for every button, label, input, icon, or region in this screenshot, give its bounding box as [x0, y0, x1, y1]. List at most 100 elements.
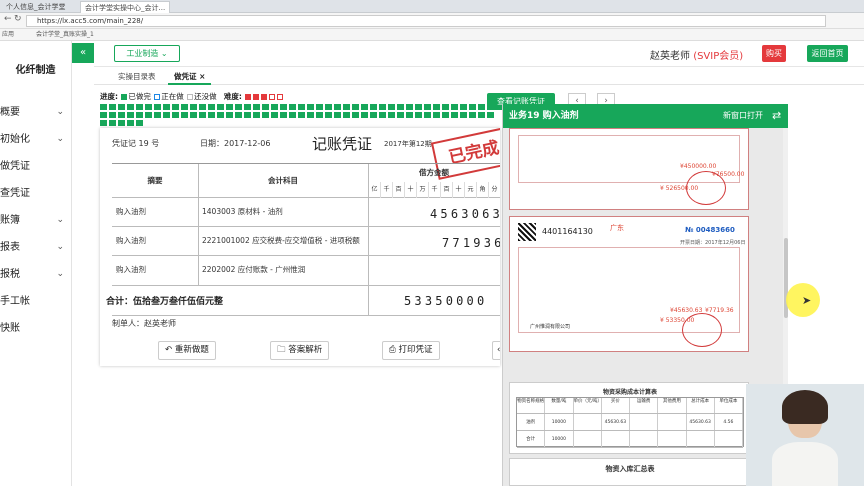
progress-cell[interactable] — [415, 112, 422, 118]
progress-cell[interactable] — [226, 104, 233, 110]
progress-cell[interactable] — [217, 112, 224, 118]
progress-cell[interactable] — [469, 104, 476, 110]
progress-cell[interactable] — [451, 112, 458, 118]
progress-cell[interactable] — [190, 104, 197, 110]
progress-cell[interactable] — [244, 104, 251, 110]
progress-cell[interactable] — [316, 104, 323, 110]
progress-cell[interactable] — [415, 104, 422, 110]
print-button[interactable]: ⎙ 打印凭证 — [382, 341, 440, 360]
progress-cell[interactable] — [478, 104, 485, 110]
progress-cell[interactable] — [208, 112, 215, 118]
bookmark-apps[interactable]: 应用 — [2, 31, 14, 38]
progress-cell[interactable] — [343, 104, 350, 110]
tab-make-voucher[interactable]: 做凭证 × — [168, 69, 212, 85]
progress-cell[interactable] — [334, 104, 341, 110]
progress-cell[interactable] — [100, 120, 107, 126]
sidebar-item-tax[interactable]: 报税 ⌄ — [0, 261, 71, 288]
progress-cell[interactable] — [325, 112, 332, 118]
back-icon[interactable]: ← — [4, 14, 12, 24]
progress-cell[interactable] — [100, 104, 107, 110]
reload-icon[interactable]: ↻ — [14, 14, 22, 24]
sidebar-item-make-voucher[interactable]: 做凭证 — [0, 153, 71, 180]
progress-cell[interactable] — [127, 120, 134, 126]
progress-cell[interactable] — [127, 112, 134, 118]
progress-cell[interactable] — [127, 104, 134, 110]
progress-cell[interactable] — [154, 112, 161, 118]
progress-cell[interactable] — [352, 112, 359, 118]
progress-cell[interactable] — [388, 112, 395, 118]
open-new-window-link[interactable]: 新窗口打开 — [723, 104, 763, 128]
progress-cell[interactable] — [289, 104, 296, 110]
progress-cell[interactable] — [172, 112, 179, 118]
progress-cell[interactable] — [442, 104, 449, 110]
progress-cell[interactable] — [406, 112, 413, 118]
progress-cell[interactable] — [118, 112, 125, 118]
progress-cell[interactable] — [451, 104, 458, 110]
progress-cell[interactable] — [208, 104, 215, 110]
progress-cell[interactable] — [109, 112, 116, 118]
progress-cell[interactable] — [136, 112, 143, 118]
home-button[interactable]: 返回首页 — [807, 45, 848, 62]
sidebar-item-query-voucher[interactable]: 查凭证 — [0, 180, 71, 207]
progress-cell[interactable] — [181, 104, 188, 110]
progress-cell[interactable] — [379, 112, 386, 118]
progress-cell[interactable] — [262, 112, 269, 118]
progress-cell[interactable] — [271, 112, 278, 118]
progress-cell[interactable] — [325, 104, 332, 110]
progress-cell[interactable] — [298, 104, 305, 110]
bookmark-item[interactable]: 会计学堂_真账实操_1 — [36, 31, 94, 38]
progress-cell[interactable] — [307, 112, 314, 118]
progress-cell[interactable] — [172, 104, 179, 110]
progress-cell[interactable] — [307, 104, 314, 110]
progress-cell[interactable] — [289, 112, 296, 118]
progress-cell[interactable] — [406, 104, 413, 110]
progress-cell[interactable] — [442, 112, 449, 118]
progress-cell[interactable] — [118, 120, 125, 126]
progress-cell[interactable] — [235, 112, 242, 118]
progress-cell[interactable] — [397, 112, 404, 118]
progress-cell[interactable] — [433, 112, 440, 118]
progress-cell[interactable] — [298, 112, 305, 118]
progress-cell[interactable] — [388, 104, 395, 110]
more-button[interactable]: ‹ — [492, 341, 500, 360]
progress-cell[interactable] — [334, 112, 341, 118]
progress-cell[interactable] — [370, 112, 377, 118]
browser-tab-active[interactable]: 会计学堂实操中心_会计... — [80, 1, 171, 13]
progress-cell[interactable] — [262, 104, 269, 110]
redo-button[interactable]: ↶ 重新做题 — [158, 341, 216, 360]
browser-tab[interactable]: 个人信息_会计学堂 — [2, 1, 70, 13]
collapse-sidebar-button[interactable]: « — [72, 43, 94, 63]
url-input[interactable]: https://lx.acc5.com/main_228/ — [26, 15, 826, 27]
progress-cell[interactable] — [136, 104, 143, 110]
progress-cell[interactable] — [352, 104, 359, 110]
progress-cell[interactable] — [100, 112, 107, 118]
progress-cell[interactable] — [379, 104, 386, 110]
sidebar-item-quick[interactable]: 快账 — [0, 315, 71, 342]
progress-cell[interactable] — [226, 112, 233, 118]
progress-cell[interactable] — [109, 120, 116, 126]
buy-button[interactable]: 购买 — [762, 45, 786, 62]
sidebar-item-ledger[interactable]: 账簿 ⌄ — [0, 207, 71, 234]
swap-icon[interactable]: ⇄ — [772, 104, 781, 128]
tab-catalog[interactable]: 实操目录表 — [112, 69, 162, 85]
progress-cell[interactable] — [145, 104, 152, 110]
sidebar-item-init[interactable]: 初始化 ⌄ — [0, 126, 71, 153]
progress-cell[interactable] — [235, 104, 242, 110]
progress-cell[interactable] — [136, 120, 143, 126]
progress-cell[interactable] — [163, 112, 170, 118]
progress-cell[interactable] — [244, 112, 251, 118]
progress-cell[interactable] — [253, 104, 260, 110]
sidebar-item-reports[interactable]: 报表 ⌄ — [0, 234, 71, 261]
progress-cell[interactable] — [271, 104, 278, 110]
progress-cell[interactable] — [433, 104, 440, 110]
progress-cell[interactable] — [343, 112, 350, 118]
sidebar-item-manual[interactable]: 手工帐 — [0, 288, 71, 315]
progress-cell[interactable] — [370, 104, 377, 110]
progress-cell[interactable] — [469, 112, 476, 118]
progress-cell[interactable] — [316, 112, 323, 118]
progress-cell[interactable] — [109, 104, 116, 110]
progress-cell[interactable] — [280, 104, 287, 110]
progress-cell[interactable] — [478, 112, 485, 118]
progress-cell[interactable] — [361, 104, 368, 110]
progress-cell[interactable] — [145, 112, 152, 118]
